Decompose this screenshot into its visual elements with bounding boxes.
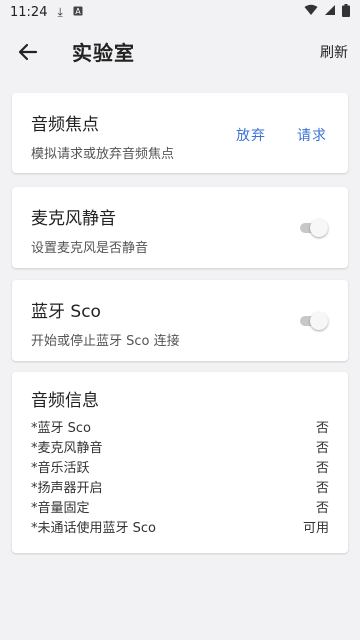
info-label: *扬声器开启 [31,481,103,496]
info-value: 否 [315,461,329,476]
info-label: *蓝牙 Sco [31,421,91,436]
audio-info-title: 音频信息 [31,391,99,411]
mic-mute-toggle[interactable] [298,218,330,238]
info-row: *音乐活跃 否 [31,457,329,477]
mic-mute-card: 麦克风静音 设置麦克风是否静音 [12,187,348,268]
info-value: 可用 [302,521,329,536]
info-row: *未通话使用蓝牙 Sco 可用 [31,517,329,537]
a-badge-icon: A [73,5,83,20]
info-row: *扬声器开启 否 [31,477,329,497]
bluetooth-sco-toggle[interactable] [298,311,330,331]
download-icon: ⤓ [57,5,63,19]
back-arrow-icon[interactable] [16,40,40,64]
info-row: *音量固定 否 [31,497,329,517]
info-label: *麦克风静音 [31,441,103,456]
svg-text:A: A [75,7,81,16]
audio-focus-title: 音频焦点 [31,115,99,135]
info-value: 否 [315,501,329,516]
audio-info-card: 音频信息 *蓝牙 Sco 否 *麦克风静音 否 *音乐活跃 否 *扬声器开启 否… [12,372,348,553]
bluetooth-sco-title: 蓝牙 Sco [31,302,101,322]
toggle-knob [310,219,328,237]
audio-focus-subtitle: 模拟请求或放弃音频焦点 [31,147,175,162]
status-right [304,3,350,21]
mic-mute-title: 麦克风静音 [31,209,116,229]
info-label: *音量固定 [31,501,90,516]
bluetooth-sco-subtitle: 开始或停止蓝牙 Sco 连接 [31,334,180,349]
page-title: 实验室 [72,41,135,65]
info-row: *麦克风静音 否 [31,437,329,457]
signal-icon [324,4,336,20]
info-value: 否 [315,421,329,436]
info-value: 否 [315,481,329,496]
battery-icon [342,3,350,21]
info-label: *未通话使用蓝牙 Sco [31,521,156,536]
status-left: 11:24 ⤓ A [10,5,83,20]
wifi-icon [304,4,318,20]
info-value: 否 [315,441,329,456]
status-bar: 11:24 ⤓ A [0,0,360,24]
audio-focus-card: 音频焦点 模拟请求或放弃音频焦点 放弃 请求 [12,93,348,173]
info-row: *蓝牙 Sco 否 [31,417,329,437]
refresh-button[interactable]: 刷新 [320,42,348,62]
status-time: 11:24 [10,4,48,20]
bluetooth-sco-card: 蓝牙 Sco 开始或停止蓝牙 Sco 连接 [12,280,348,361]
request-focus-button[interactable]: 请求 [297,125,327,145]
info-label: *音乐活跃 [31,461,90,476]
app-bar: 实验室 刷新 [0,24,360,80]
abandon-focus-button[interactable]: 放弃 [236,125,266,145]
toggle-knob [310,312,328,330]
mic-mute-subtitle: 设置麦克风是否静音 [31,241,149,256]
